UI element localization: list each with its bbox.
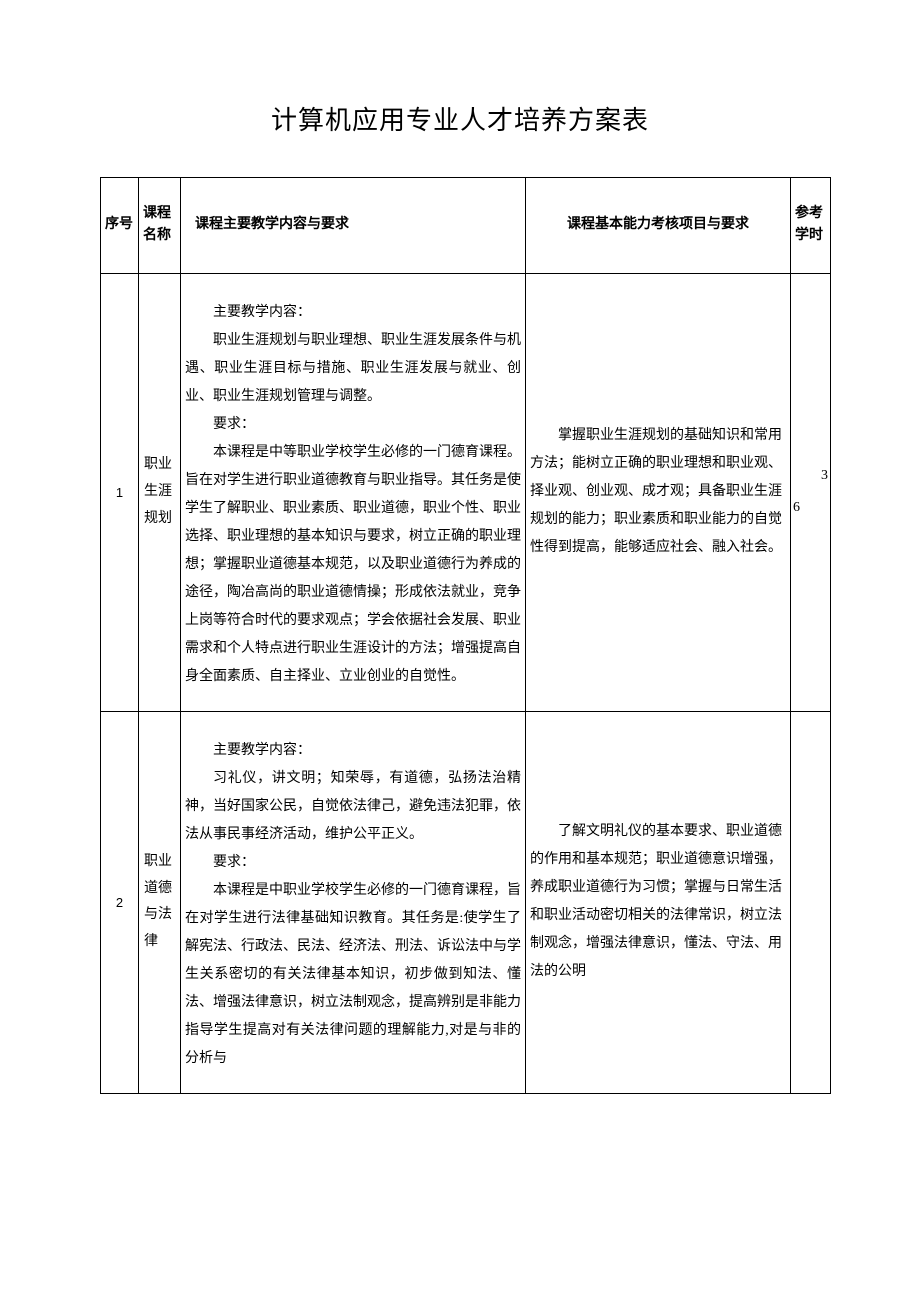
table-row: 1 职业生涯规划 主要教学内容： 职业生涯规划与职业理想、职业生涯发展条件与机遇… — [101, 273, 831, 711]
content-paragraph: 职业生涯规划与职业理想、职业生涯发展条件与机遇、职业生涯目标与措施、职业生涯发展… — [185, 327, 521, 411]
row-seq: 2 — [101, 711, 139, 1093]
table-row: 2 职业道德与法律 主要教学内容： 习礼仪，讲文明；知荣辱，有道德，弘扬法治精神… — [101, 711, 831, 1093]
row-content: 主要教学内容： 习礼仪，讲文明；知荣辱，有道德，弘扬法治精神，当好国家公民，自觉… — [181, 711, 526, 1093]
content-paragraph: 本课程是中等职业学校学生必修的一门德育课程。旨在对学生进行职业道德教育与职业指导… — [185, 439, 521, 691]
row-seq: 1 — [101, 273, 139, 711]
row-course-name: 职业道德与法律 — [139, 711, 181, 1093]
row-assess: 掌握职业生涯规划的基础知识和常用方法；能树立正确的职业理想和职业观、择业观、创业… — [526, 273, 791, 711]
curriculum-table: 序号 课程名称 课程主要教学内容与要求 课程基本能力考核项目与要求 参考学时 1… — [100, 177, 831, 1094]
header-assess: 课程基本能力考核项目与要求 — [526, 178, 791, 274]
content-heading: 主要教学内容： — [185, 299, 521, 327]
row-assess: 了解文明礼仪的基本要求、职业道德的作用和基本规范；职业道德意识增强，养成职业道德… — [526, 711, 791, 1093]
row-content: 主要教学内容： 职业生涯规划与职业理想、职业生涯发展条件与机遇、职业生涯目标与措… — [181, 273, 526, 711]
content-paragraph: 本课程是中职业学校学生必修的一门德育课程，旨在对学生进行法律基础知识教育。其任务… — [185, 877, 521, 1073]
row-course-name: 职业生涯规划 — [139, 273, 181, 711]
header-name: 课程名称 — [139, 178, 181, 274]
page-title: 计算机应用专业人才培养方案表 — [100, 100, 820, 137]
header-hours: 参考学时 — [791, 178, 831, 274]
content-heading: 要求： — [185, 411, 521, 439]
header-content: 课程主要教学内容与要求 — [181, 178, 526, 274]
table-header-row: 序号 课程名称 课程主要教学内容与要求 课程基本能力考核项目与要求 参考学时 — [101, 178, 831, 274]
header-seq: 序号 — [101, 178, 139, 274]
row-hours: 3 6 — [791, 273, 831, 711]
content-heading: 主要教学内容： — [185, 737, 521, 765]
row-hours — [791, 711, 831, 1093]
content-paragraph: 习礼仪，讲文明；知荣辱，有道德，弘扬法治精神，当好国家公民，自觉依法律己，避免违… — [185, 765, 521, 849]
content-heading: 要求： — [185, 849, 521, 877]
